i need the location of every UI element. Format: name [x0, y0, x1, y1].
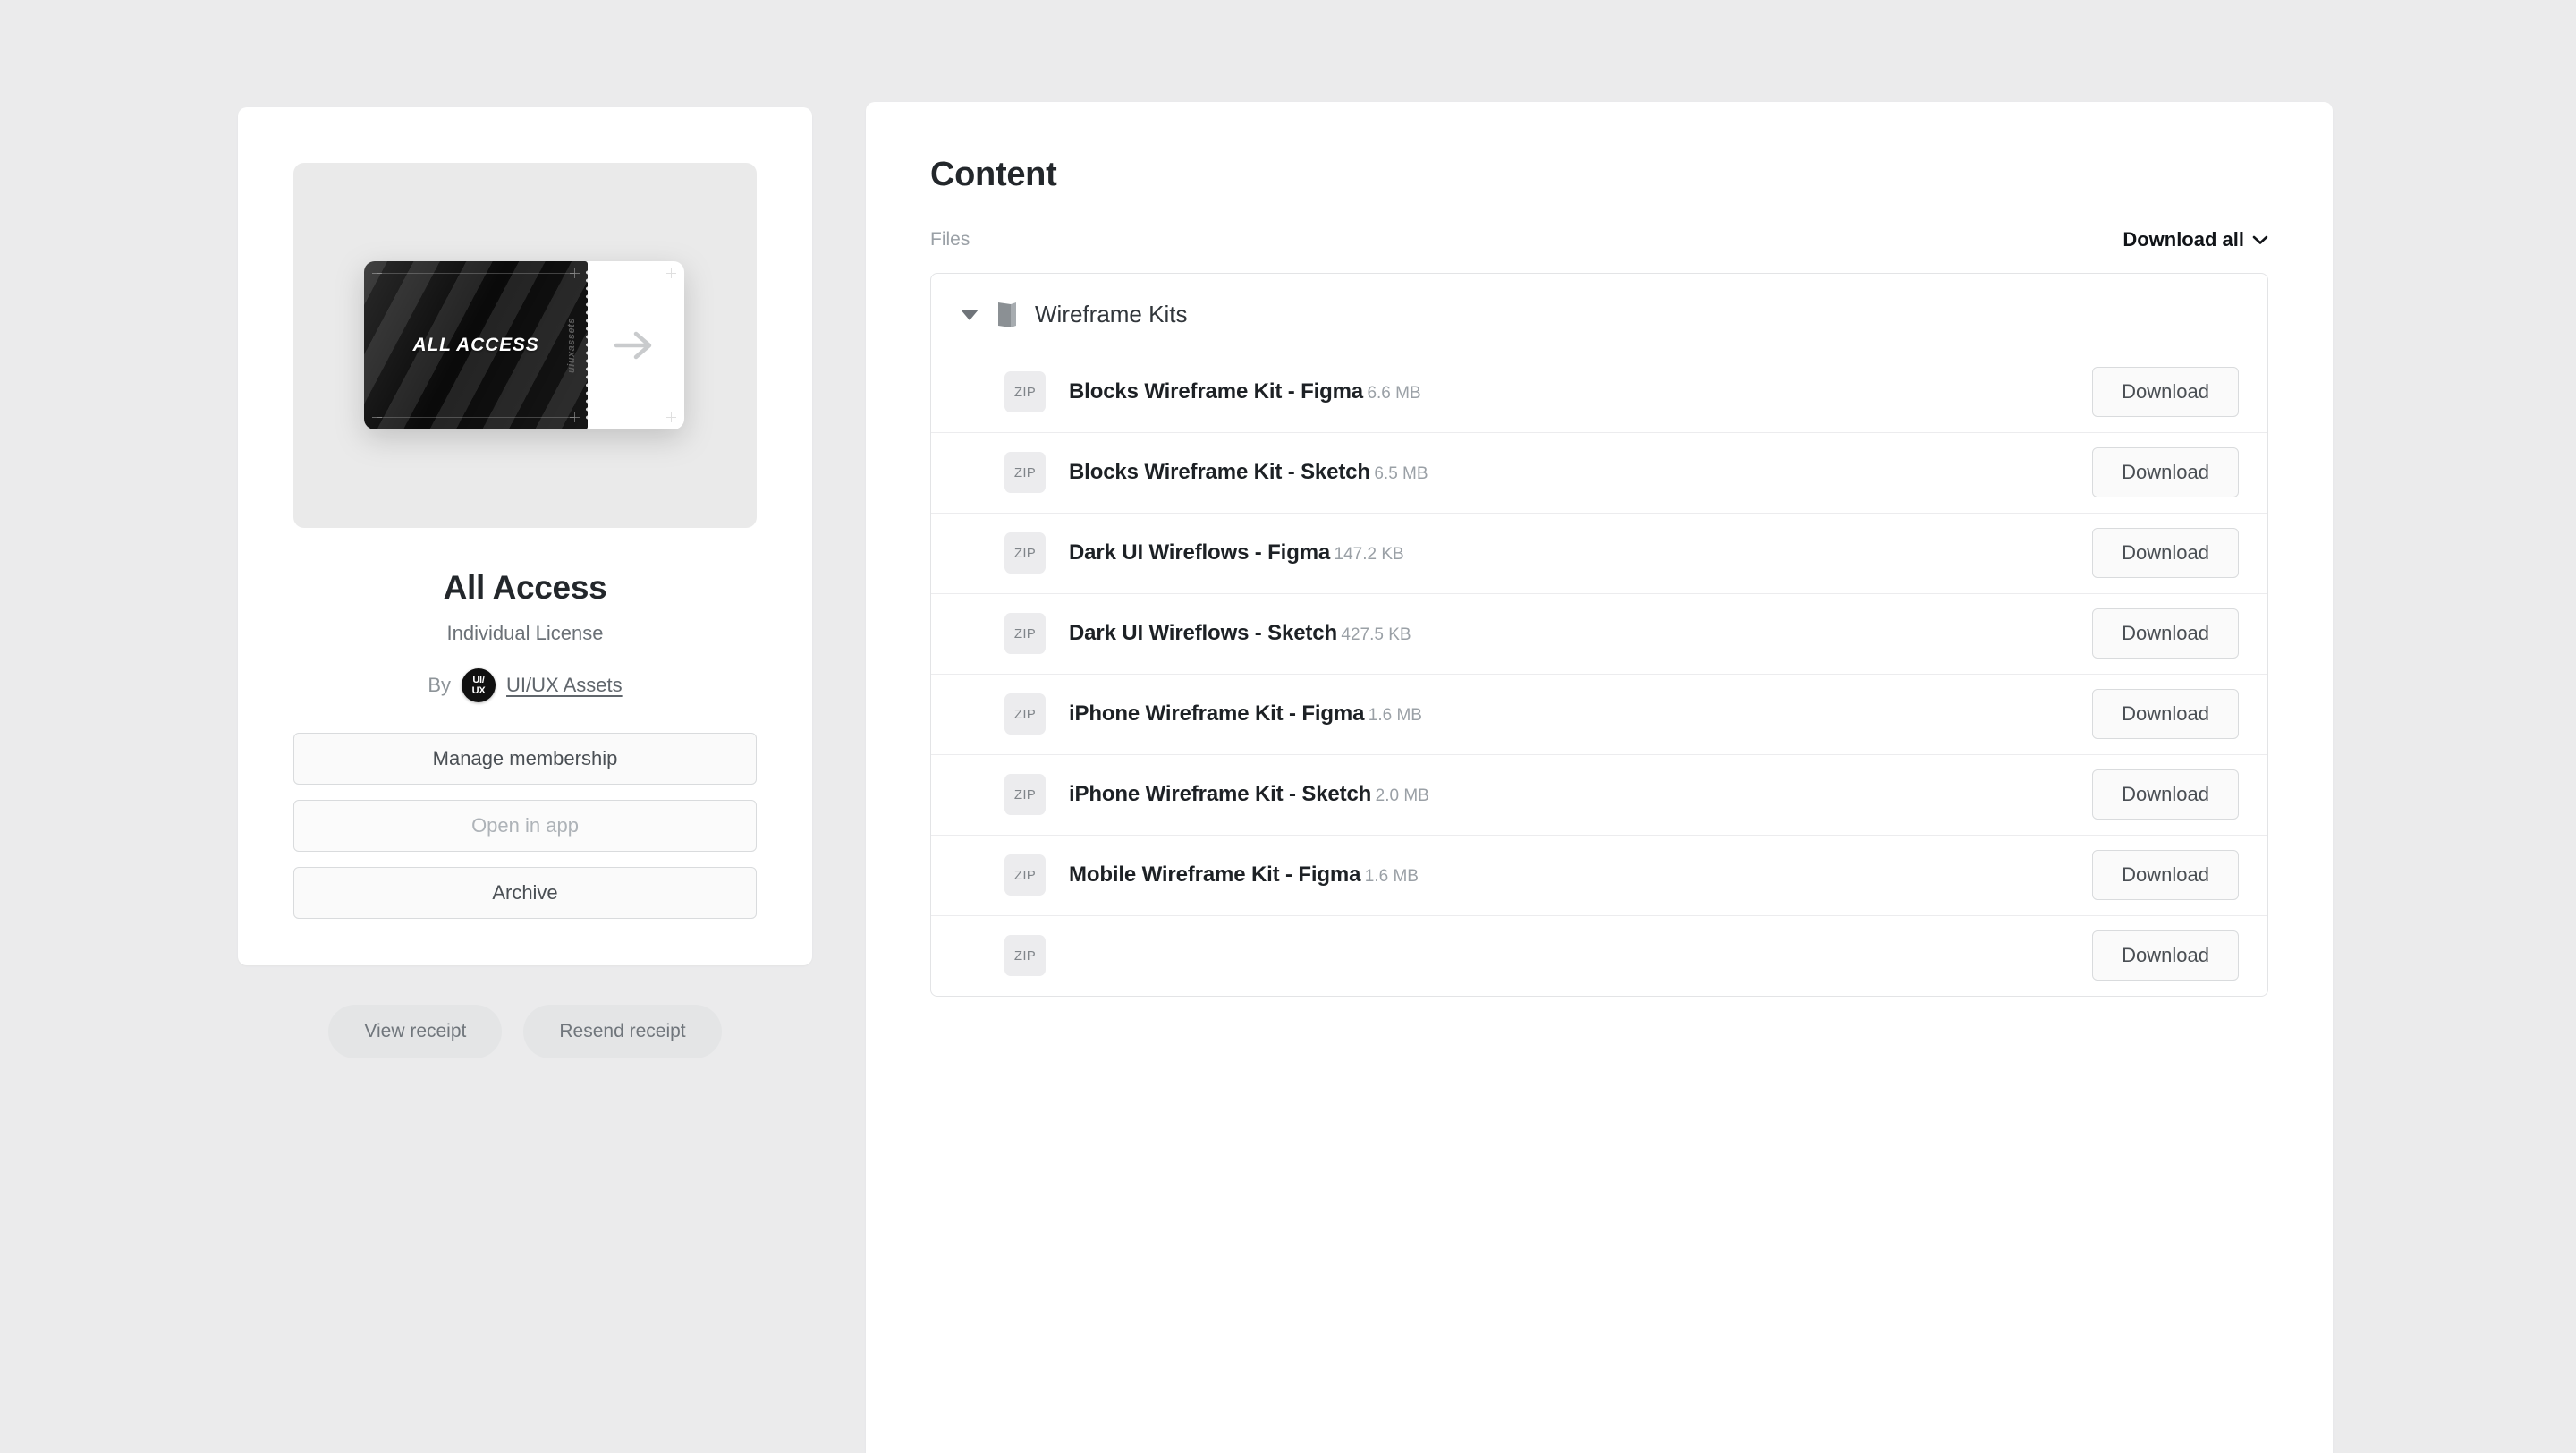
file-name: iPhone Wireframe Kit - Figma [1069, 701, 1364, 726]
folder-row[interactable]: Wireframe Kits [931, 274, 2267, 352]
avatar-line-2: UX [472, 686, 486, 696]
download-button[interactable]: Download [2092, 850, 2239, 900]
resend-receipt-button[interactable]: Resend receipt [523, 1005, 721, 1058]
file-size: 1.6 MB [1368, 706, 1422, 725]
file-meta: Blocks Wireframe Kit - Sketch 6.5 MB [1069, 460, 2092, 485]
table-row: ZIP Mobile Wireframe Kit - Figma 1.6 MB … [931, 835, 2267, 915]
brand-vertical-label: uiuxassets [566, 318, 577, 373]
file-name: Blocks Wireframe Kit - Figma [1069, 379, 1363, 404]
thumbnail-artwork: ALL ACCESS uiuxassets [364, 261, 686, 429]
table-row: ZIP iPhone Wireframe Kit - Figma 1.6 MB … [931, 674, 2267, 754]
file-name: Mobile Wireframe Kit - Figma [1069, 862, 1360, 887]
download-button[interactable]: Download [2092, 769, 2239, 820]
chevron-down-icon [2252, 234, 2268, 245]
open-in-app-button[interactable]: Open in app [293, 800, 757, 852]
file-meta: Dark UI Wireflows - Figma 147.2 KB [1069, 540, 2092, 565]
product-card: ALL ACCESS uiuxassets All Access Individ… [238, 107, 812, 965]
all-access-card-back [584, 261, 684, 429]
page-title: All Access [293, 569, 757, 607]
byline-prefix: By [428, 674, 451, 697]
manage-membership-button[interactable]: Manage membership [293, 733, 757, 785]
zip-badge: ZIP [1004, 935, 1046, 976]
all-access-label: ALL ACCESS [412, 335, 538, 356]
zip-badge: ZIP [1004, 371, 1046, 412]
file-meta: iPhone Wireframe Kit - Sketch 2.0 MB [1069, 782, 2092, 807]
download-button[interactable]: Download [2092, 930, 2239, 981]
file-meta: Mobile Wireframe Kit - Figma 1.6 MB [1069, 862, 2092, 888]
perforated-edge [586, 268, 588, 422]
byline: By UI/ UX UI/UX Assets [293, 668, 757, 702]
arrow-right-icon [611, 327, 657, 363]
zip-badge: ZIP [1004, 532, 1046, 574]
zip-badge: ZIP [1004, 774, 1046, 815]
table-row: ZIP Blocks Wireframe Kit - Sketch 6.5 MB… [931, 432, 2267, 513]
file-size: 147.2 KB [1335, 545, 1404, 564]
table-row: ZIP Dark UI Wireflows - Figma 147.2 KB D… [931, 513, 2267, 593]
file-name: Blocks Wireframe Kit - Sketch [1069, 460, 1370, 484]
zip-badge: ZIP [1004, 693, 1046, 735]
file-name: Dark UI Wireflows - Figma [1069, 540, 1330, 565]
download-button[interactable]: Download [2092, 367, 2239, 417]
table-row: ZIP Dark UI Wireflows - Sketch 427.5 KB … [931, 593, 2267, 674]
download-button[interactable]: Download [2092, 447, 2239, 497]
seller-link[interactable]: UI/UX Assets [506, 674, 623, 697]
file-name: Dark UI Wireflows - Sketch [1069, 621, 1337, 645]
product-actions: Manage membership Open in app Archive [293, 733, 757, 919]
file-meta: iPhone Wireframe Kit - Figma 1.6 MB [1069, 701, 2092, 726]
zip-badge: ZIP [1004, 854, 1046, 896]
file-size: 1.6 MB [1365, 867, 1419, 886]
download-all-button[interactable]: Download all [2123, 228, 2268, 251]
file-name: iPhone Wireframe Kit - Sketch [1069, 782, 1371, 806]
triangle-down-icon[interactable] [960, 309, 979, 321]
product-thumbnail: ALL ACCESS uiuxassets [293, 163, 757, 528]
table-row: ZIP Blocks Wireframe Kit - Figma 6.6 MB … [931, 352, 2267, 432]
zip-badge: ZIP [1004, 452, 1046, 493]
file-size: 2.0 MB [1376, 786, 1429, 805]
archive-button[interactable]: Archive [293, 867, 757, 919]
view-receipt-button[interactable]: View receipt [328, 1005, 502, 1058]
avatar-line-1: UI/ [472, 676, 484, 685]
file-size: 6.6 MB [1367, 384, 1420, 403]
file-meta: Dark UI Wireflows - Sketch 427.5 KB [1069, 621, 2092, 646]
all-access-card-front: ALL ACCESS uiuxassets [364, 261, 588, 429]
receipt-actions: View receipt Resend receipt [238, 1005, 812, 1058]
folder-name: Wireframe Kits [1035, 301, 1187, 328]
files-label: Files [930, 229, 970, 251]
download-button[interactable]: Download [2092, 689, 2239, 739]
file-size: 6.5 MB [1374, 464, 1428, 483]
product-sidebar: ALL ACCESS uiuxassets All Access Individ… [238, 107, 812, 1058]
table-row: ZIP iPhone Wireframe Kit - Sketch 2.0 MB… [931, 754, 2267, 835]
file-size: 427.5 KB [1341, 625, 1411, 644]
seller-avatar: UI/ UX [462, 668, 496, 702]
download-button[interactable]: Download [2092, 608, 2239, 659]
folder-icon [996, 302, 1019, 328]
download-button[interactable]: Download [2092, 528, 2239, 578]
zip-badge: ZIP [1004, 613, 1046, 654]
table-row: ZIP Download [931, 915, 2267, 996]
file-meta: Blocks Wireframe Kit - Figma 6.6 MB [1069, 379, 2092, 404]
download-all-label: Download all [2123, 228, 2244, 251]
page-root: ALL ACCESS uiuxassets All Access Individ… [0, 0, 2576, 1453]
content-panel: Content Files Download all Wireframe Kit… [866, 102, 2333, 1453]
content-heading: Content [930, 156, 2268, 194]
files-toolbar: Files Download all [930, 228, 2268, 251]
license-subtitle: Individual License [293, 622, 757, 645]
files-container: Wireframe Kits ZIP Blocks Wireframe Kit … [930, 273, 2268, 997]
